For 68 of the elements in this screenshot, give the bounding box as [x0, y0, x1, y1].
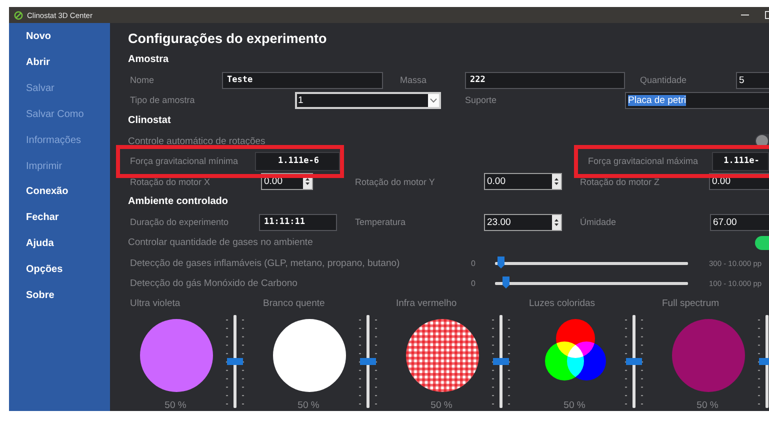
sidebar-item[interactable]: Fechar: [9, 204, 110, 231]
sidebar-item[interactable]: Conexão: [9, 179, 110, 205]
light-label: Luzes coloridas: [529, 298, 596, 310]
field-label: Rotação do motor Z: [580, 176, 661, 187]
spin-box[interactable]: 23.00: [484, 214, 562, 231]
slider-thumb[interactable]: [493, 358, 509, 365]
light-label: Branco quente: [263, 298, 326, 310]
field-label: Quantidade: [640, 75, 688, 86]
spin-arrows-icon: [305, 177, 310, 186]
field-label: Nome: [130, 75, 156, 86]
vertical-slider[interactable]: [489, 314, 513, 408]
percent-label: 50 %: [696, 400, 718, 411]
vertical-slider[interactable]: [356, 314, 380, 408]
spin-box[interactable]: 0.00: [484, 173, 562, 190]
gas-label: Detecção do gás Monóxido de Carbono: [130, 278, 298, 289]
field-label: Força gravitacional mínima: [130, 156, 240, 166]
percent-label: 50 %: [298, 400, 320, 411]
slider-thumb[interactable]: [502, 276, 510, 290]
percent-label: 50 %: [430, 400, 452, 411]
text-field[interactable]: 5: [736, 72, 769, 89]
field-label: Duração do experimento: [130, 217, 230, 228]
vertical-slider[interactable]: [223, 314, 247, 408]
slider[interactable]: [495, 276, 688, 290]
field-label: Temperatura: [355, 217, 407, 228]
slider-thumb[interactable]: [227, 358, 243, 365]
field-label: Suporte: [465, 95, 498, 106]
text-field[interactable]: 1.111e-: [712, 152, 769, 171]
gas-label: Detecção de gases inflamáveis (GLP, metano, propano, butano): [130, 258, 401, 269]
light-label: Full spectrum: [662, 298, 720, 310]
min-value: 0: [471, 258, 476, 268]
toggle-label: Controlar quantidade de gases no ambiente: [128, 237, 314, 248]
text-field[interactable]: 222: [465, 72, 625, 89]
sidebar-item[interactable]: Ajuda: [9, 230, 110, 257]
text-field[interactable]: 67.00: [710, 214, 769, 231]
section-heading: Amostra: [128, 52, 170, 66]
percent-label: 50 %: [164, 400, 186, 411]
spin-arrows-icon: [554, 218, 559, 227]
sidebar-item[interactable]: Opções: [9, 256, 110, 282]
sidebar-item[interactable]: Novo: [9, 24, 110, 50]
spin-arrows-icon: [554, 177, 559, 186]
light-label: Ultra violeta: [130, 298, 182, 310]
min-value: 0: [471, 278, 476, 288]
text-field[interactable]: Teste: [222, 72, 383, 89]
slider-thumb[interactable]: [496, 256, 505, 270]
chevron-down-icon[interactable]: [430, 98, 437, 103]
section-heading: Clinostat: [128, 114, 172, 128]
dropdown[interactable]: 1: [295, 92, 441, 109]
field-label: Força gravitacional máxima: [588, 156, 700, 166]
field-label: Rotação do motor Y: [355, 176, 436, 187]
slider-thumb[interactable]: [360, 358, 376, 365]
field-label: Úmidade: [580, 217, 618, 228]
field-label: Tipo de amostra: [130, 95, 196, 106]
field-label: Rotação do motor X: [130, 176, 212, 187]
slider[interactable]: [495, 256, 688, 270]
section-heading: Ambiente controlado: [128, 194, 230, 209]
toggle-label: Controle automático de rotações: [128, 136, 266, 147]
app-icon: [14, 10, 23, 20]
text-field[interactable]: 1.111e-6: [255, 152, 340, 171]
vertical-slider[interactable]: [622, 314, 646, 408]
sidebar-item[interactable]: Abrir: [9, 50, 110, 76]
text-field[interactable]: 11:11:11: [259, 214, 337, 231]
field-label: Massa: [400, 75, 428, 86]
percent-label: 50 %: [564, 400, 586, 411]
slider-thumb[interactable]: [626, 358, 642, 365]
text-field[interactable]: Placa de petri: [625, 92, 769, 109]
light-label: Infra vermelho: [396, 298, 458, 310]
page-title: Configurações do experimento: [128, 30, 328, 48]
sidebar-item[interactable]: Sobre: [9, 282, 110, 308]
